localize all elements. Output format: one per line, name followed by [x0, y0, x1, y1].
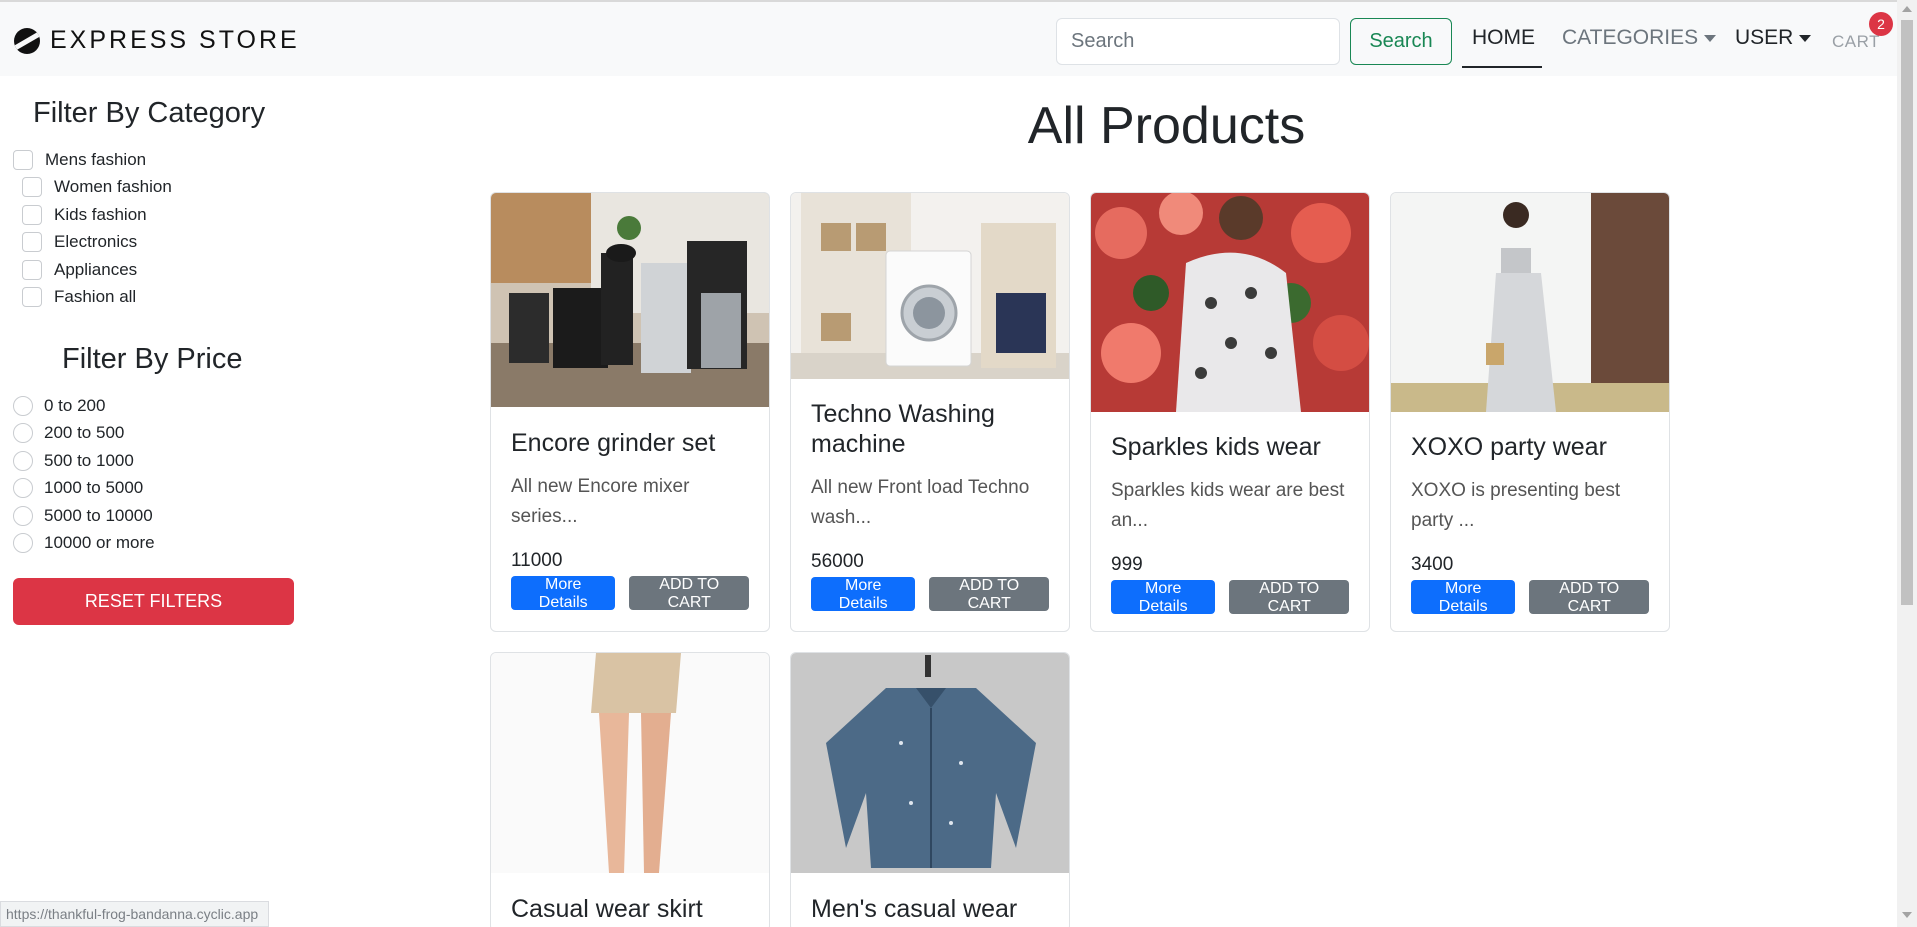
party-wear-image	[1391, 193, 1669, 412]
nav-home[interactable]: HOME	[1472, 26, 1535, 50]
product-image[interactable]	[1091, 193, 1369, 412]
vertical-scrollbar[interactable]	[1897, 0, 1917, 927]
category-option-women-fashion[interactable]: Women fashion	[22, 177, 172, 197]
checkbox[interactable]	[22, 177, 42, 197]
product-price: 11000	[511, 550, 563, 571]
product-name[interactable]: XOXO party wear	[1411, 432, 1649, 462]
more-details-button[interactable]: More Details	[811, 577, 916, 612]
product-price: 999	[1111, 554, 1143, 575]
product-card: XOXO party wear XOXO is presenting best …	[1390, 192, 1670, 632]
product-price: 56000	[811, 551, 864, 572]
nav-cart[interactable]: CART	[1832, 32, 1880, 52]
product-name[interactable]: Techno Washing machine	[811, 399, 1049, 459]
nav-categories-label: CATEGORIES	[1562, 26, 1699, 49]
option-label: Fashion all	[54, 287, 137, 306]
checkbox[interactable]	[22, 260, 42, 280]
product-image[interactable]	[491, 193, 769, 407]
product-description: Sparkles kids wear are best an...	[1111, 480, 1345, 531]
option-label: 1000 to 5000	[44, 478, 144, 497]
radio[interactable]	[13, 396, 33, 416]
add-to-cart-button[interactable]: ADD TO CART	[929, 577, 1049, 612]
skirt-image	[491, 653, 769, 873]
checkbox[interactable]	[22, 287, 42, 307]
product-card: Sparkles kids wear Sparkles kids wear ar…	[1090, 192, 1370, 632]
radio[interactable]	[13, 423, 33, 443]
kids-wear-image	[1091, 193, 1369, 412]
brand[interactable]: EXPRESS STORE	[14, 26, 300, 55]
store-logo-icon	[14, 27, 40, 54]
add-to-cart-button[interactable]: ADD TO CART	[1229, 580, 1349, 615]
product-card: Techno Washing machine All new Front loa…	[790, 192, 1070, 632]
price-option-1000-5000[interactable]: 1000 to 5000	[13, 478, 143, 498]
price-option-200-500[interactable]: 200 to 500	[13, 423, 124, 443]
option-label: Electronics	[54, 232, 138, 251]
washing-machine-image	[791, 193, 1069, 379]
price-option-5000-10000[interactable]: 5000 to 10000	[13, 506, 153, 526]
scroll-down-arrow-icon[interactable]	[1902, 912, 1912, 918]
product-image[interactable]	[791, 193, 1069, 379]
more-details-button[interactable]: More Details	[1411, 580, 1516, 615]
product-description: All new Encore mixer series...	[511, 476, 690, 527]
radio[interactable]	[13, 451, 33, 471]
checkbox[interactable]	[22, 232, 42, 252]
category-option-electronics[interactable]: Electronics	[22, 232, 137, 252]
scrollbar-thumb[interactable]	[1901, 20, 1913, 605]
nav-categories-dropdown[interactable]: CATEGORIES	[1562, 26, 1717, 50]
option-label: Women fashion	[54, 177, 172, 196]
product-description: All new Front load Techno wash...	[811, 477, 1030, 528]
product-image[interactable]	[1391, 193, 1669, 412]
brand-name: EXPRESS STORE	[50, 26, 300, 54]
product-card: Men's casual wear	[790, 652, 1070, 927]
category-option-kids-fashion[interactable]: Kids fashion	[22, 205, 147, 225]
search-input[interactable]	[1056, 18, 1340, 65]
category-option-fashion-all[interactable]: Fashion all	[22, 287, 136, 307]
option-label: 10000 or more	[44, 533, 155, 552]
add-to-cart-button[interactable]: ADD TO CART	[1529, 580, 1649, 615]
cart-count-badge: 2	[1869, 12, 1893, 36]
option-label: 0 to 200	[44, 396, 106, 415]
reset-filters-button[interactable]: RESET FILTERS	[13, 578, 294, 625]
price-filter-title: Filter By Price	[62, 343, 243, 375]
product-name[interactable]: Encore grinder set	[511, 428, 749, 458]
price-option-500-1000[interactable]: 500 to 1000	[13, 451, 134, 471]
nav-active-indicator	[1462, 66, 1542, 68]
option-label: 500 to 1000	[44, 451, 134, 470]
search-button[interactable]: Search	[1350, 18, 1452, 65]
coffee-grinder-image	[491, 193, 769, 407]
navbar: EXPRESS STORE Search HOME CATEGORIES USE…	[0, 0, 1897, 76]
price-option-0-200[interactable]: 0 to 200	[13, 396, 105, 416]
radio[interactable]	[13, 478, 33, 498]
mens-shirt-image	[791, 653, 1069, 873]
more-details-button[interactable]: More Details	[1111, 580, 1216, 615]
caret-down-icon	[1799, 34, 1812, 42]
scroll-up-arrow-icon[interactable]	[1902, 6, 1912, 12]
radio[interactable]	[13, 506, 33, 526]
product-image[interactable]	[491, 653, 769, 873]
status-bar-url: https://thankful-frog-bandanna.cyclic.ap…	[0, 901, 270, 927]
nav-user-dropdown[interactable]: USER	[1735, 26, 1812, 50]
add-to-cart-button[interactable]: ADD TO CART	[629, 576, 749, 611]
more-details-button[interactable]: More Details	[511, 576, 616, 611]
option-label: Kids fashion	[54, 205, 147, 224]
page-title: All Products	[1027, 97, 1306, 155]
product-image[interactable]	[791, 653, 1069, 873]
product-description: XOXO is presenting best party ...	[1411, 480, 1621, 531]
product-price: 3400	[1411, 554, 1454, 575]
category-option-appliances[interactable]: Appliances	[22, 260, 137, 280]
product-card: Casual wear skirt	[490, 652, 770, 927]
caret-down-icon	[1704, 34, 1717, 42]
price-option-10000-more[interactable]: 10000 or more	[13, 533, 155, 553]
product-card: Encore grinder set All new Encore mixer …	[490, 192, 770, 632]
product-name[interactable]: Casual wear skirt	[511, 894, 749, 924]
product-name[interactable]: Sparkles kids wear	[1111, 432, 1349, 462]
option-label: 5000 to 10000	[44, 506, 153, 525]
option-label: 200 to 500	[44, 423, 125, 442]
option-label: Appliances	[54, 260, 138, 279]
nav-user-label: USER	[1735, 26, 1794, 49]
checkbox[interactable]	[22, 205, 42, 225]
product-name[interactable]: Men's casual wear	[811, 894, 1049, 924]
radio[interactable]	[13, 533, 33, 553]
